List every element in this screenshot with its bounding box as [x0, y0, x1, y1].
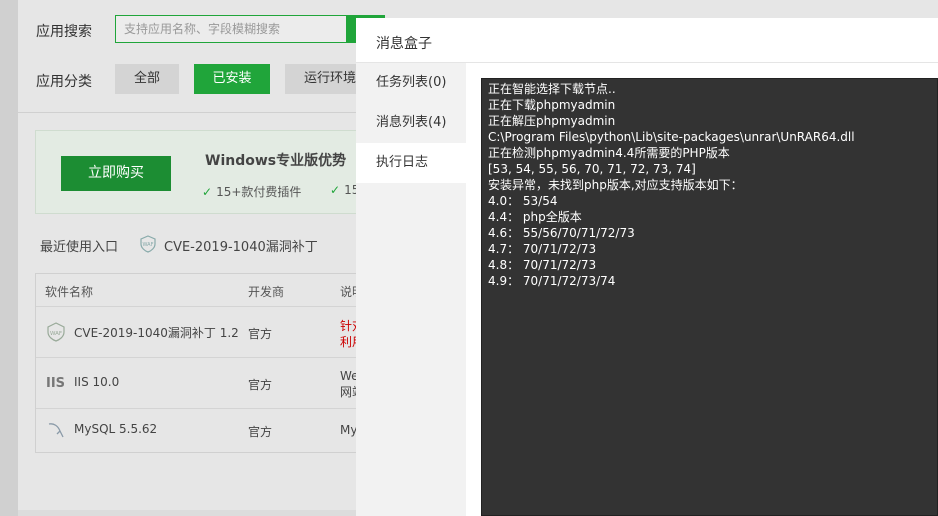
row-divider [36, 408, 376, 409]
log-line: 4.7： 70/71/72/73 [488, 242, 597, 256]
log-line: 4.0： 53/54 [488, 194, 558, 208]
promo-feature-text: 15+款付费插件 [216, 185, 302, 199]
search-label: 应用搜索 [36, 24, 92, 40]
log-line: 安装异常，未找到php版本,对应支持版本如下： [488, 178, 743, 192]
row-developer: 官方 [248, 425, 273, 439]
log-line: 4.6： 55/56/70/71/72/73 [488, 226, 635, 240]
row-name[interactable]: IIS 10.0 [74, 375, 119, 389]
log-line: 4.4： php全版本 [488, 210, 582, 224]
column-header-name: 软件名称 [45, 285, 94, 299]
svg-text:WAF: WAF [143, 242, 154, 248]
row-developer: 官方 [248, 327, 273, 341]
category-installed-button[interactable]: 已安装 [194, 64, 270, 94]
left-sidebar-strip [0, 0, 18, 516]
log-line: 4.8： 70/71/72/73 [488, 258, 597, 272]
promo-feature: ✓ 15+款付费插件 [202, 183, 301, 200]
waf-shield-icon: WAF [140, 235, 156, 253]
log-line: 4.9： 70/71/72/73/74 [488, 274, 616, 288]
tab-task-list[interactable]: 任务列表(0) [356, 63, 466, 103]
table-header-divider [36, 306, 376, 307]
waf-icon: WAF [47, 322, 65, 342]
row-name[interactable]: MySQL 5.5.62 [74, 422, 157, 436]
column-header-developer: 开发商 [248, 285, 285, 299]
mysql-icon [48, 423, 64, 438]
promo-feature-2: ✓ 15 [330, 183, 359, 197]
category-label: 应用分类 [36, 74, 92, 90]
modal-title: 消息盒子 [376, 36, 432, 52]
iis-icon: IIS [46, 376, 66, 391]
execution-log-console[interactable]: 正在智能选择下载节点.. 正在下载phpmyadmin 正在解压phpmyadm… [481, 78, 938, 516]
promo-title: Windows专业版优势 [205, 153, 347, 169]
row-divider [36, 357, 376, 358]
message-box-modal: 消息盒子 任务列表(0) 消息列表(4) 执行日志 正在智能选择下载节点.. 正… [356, 18, 938, 516]
log-line: C:\Program Files\python\Lib\site-package… [488, 130, 855, 144]
modal-content: 正在智能选择下载节点.. 正在下载phpmyadmin 正在解压phpmyadm… [466, 63, 938, 516]
recent-entry-cve-patch[interactable]: CVE-2019-1040漏洞补丁 [164, 236, 318, 255]
row-name[interactable]: CVE-2019-1040漏洞补丁 1.2 [74, 324, 239, 341]
log-line: [53, 54, 55, 56, 70, 71, 72, 73, 74] [488, 162, 696, 176]
check-icon: ✓ [202, 185, 213, 199]
modal-header: 消息盒子 [356, 18, 938, 63]
search-input[interactable]: 支持应用名称、字段模糊搜索 [115, 15, 347, 43]
modal-sidebar: 任务列表(0) 消息列表(4) 执行日志 [356, 63, 466, 516]
recent-entries-label: 最近使用入口 [40, 240, 119, 255]
category-all-button[interactable]: 全部 [115, 64, 179, 94]
log-line: 正在解压phpmyadmin [488, 114, 616, 128]
tab-message-list[interactable]: 消息列表(4) [356, 103, 466, 143]
log-line: 正在下载phpmyadmin [488, 98, 616, 112]
buy-now-button[interactable]: 立即购买 [61, 156, 171, 191]
log-line: 正在智能选择下载节点.. [488, 82, 616, 96]
tab-execution-log[interactable]: 执行日志 [356, 143, 466, 183]
svg-text:WAF: WAF [50, 331, 62, 337]
row-developer: 官方 [248, 378, 273, 392]
check-icon: ✓ [330, 183, 341, 197]
log-line: 正在检测phpmyadmin4.4所需要的PHP版本 [488, 146, 730, 160]
